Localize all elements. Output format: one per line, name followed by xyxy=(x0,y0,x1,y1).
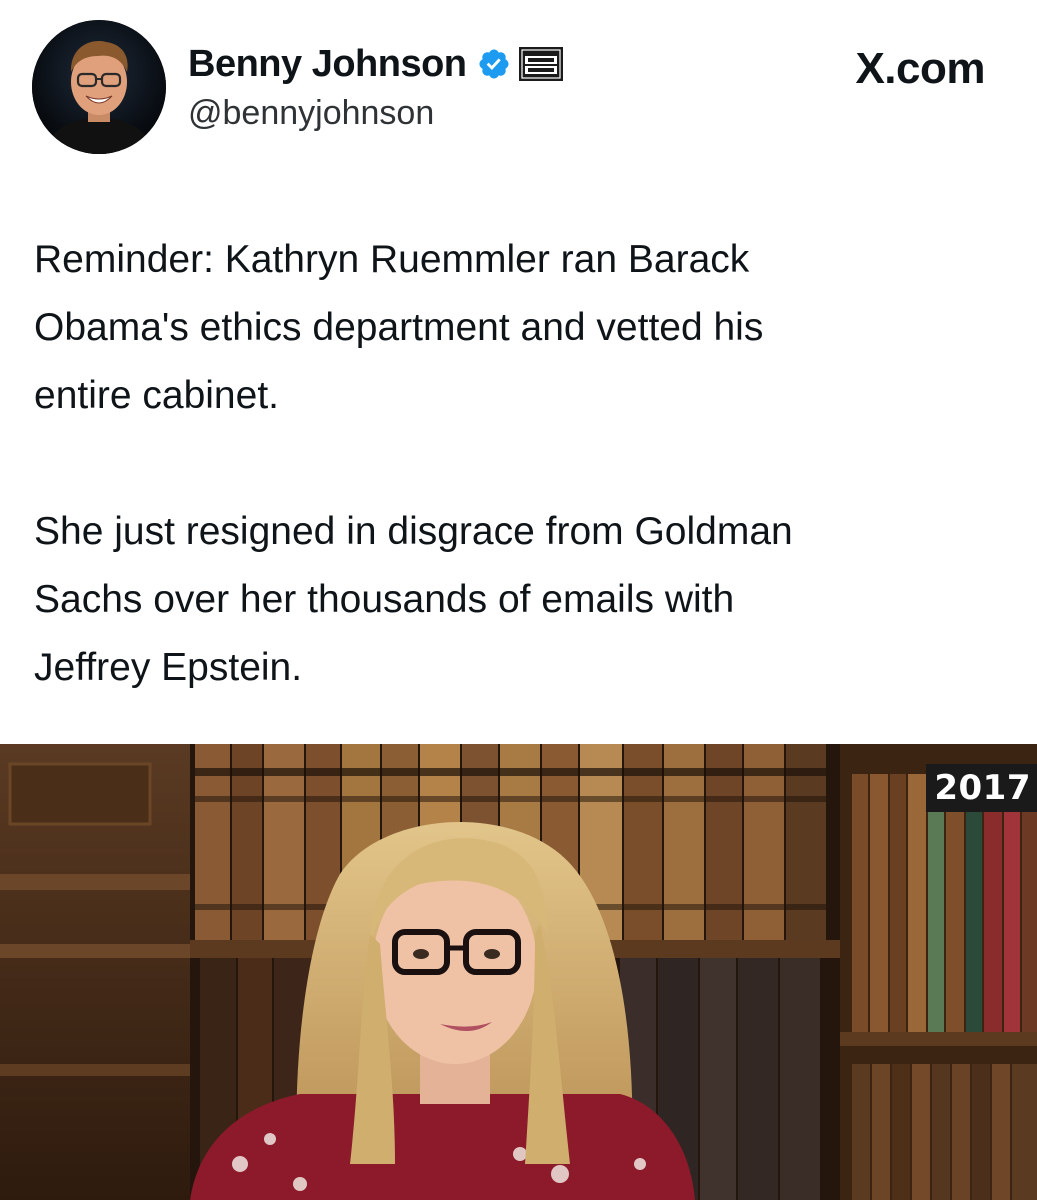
brand-badge-icon xyxy=(518,47,563,81)
verified-badge-icon xyxy=(477,47,511,81)
post-header: Benny Johnson @bennyjohnson X.com xyxy=(32,20,1007,160)
post-card: Benny Johnson @bennyjohnson X.com Remind… xyxy=(0,0,1037,1200)
author-display-name[interactable]: Benny Johnson xyxy=(188,43,467,86)
author-handle[interactable]: @bennyjohnson xyxy=(188,94,434,133)
year-badge: 2017 xyxy=(926,764,1037,812)
post-body: Reminder: Kathryn Ruemmler ran Barack Ob… xyxy=(34,226,1009,702)
site-label: X.com xyxy=(855,44,985,93)
avatar-portrait-icon xyxy=(32,20,166,154)
post-paragraph: She just resigned in disgrace from Goldm… xyxy=(34,510,793,689)
author-name-row: Benny Johnson xyxy=(188,40,563,88)
post-paragraph: Reminder: Kathryn Ruemmler ran Barack Ob… xyxy=(34,238,764,417)
photo-woman-in-library-icon xyxy=(0,744,1037,1200)
author-avatar[interactable] xyxy=(32,20,166,154)
post-media-image[interactable]: 2017 xyxy=(0,744,1037,1200)
